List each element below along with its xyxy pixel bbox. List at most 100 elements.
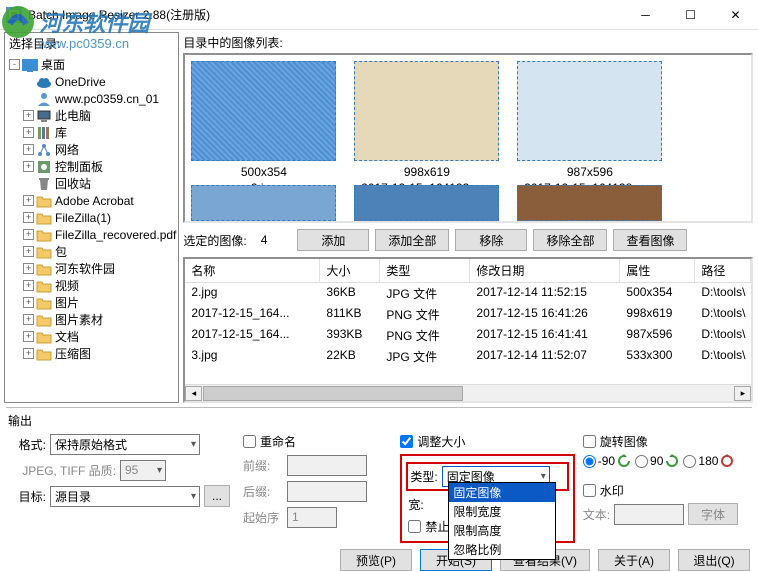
expand-icon[interactable]: +	[23, 127, 34, 138]
minimize-button[interactable]: ─	[623, 0, 668, 29]
tree-node[interactable]: +包	[7, 243, 176, 260]
tree-node[interactable]: +压缩图	[7, 345, 176, 362]
maximize-button[interactable]: ☐	[668, 0, 713, 29]
font-button: 字体	[688, 503, 738, 525]
horizontal-scrollbar[interactable]: ◂ ▸	[185, 384, 751, 401]
tree-node[interactable]: +库	[7, 124, 176, 141]
prefix-input	[287, 455, 367, 476]
header-date[interactable]: 修改日期	[470, 259, 620, 282]
header-path[interactable]: 路径	[695, 259, 751, 282]
add-all-button[interactable]: 添加全部	[375, 229, 449, 251]
exit-button[interactable]: 退出(Q)	[678, 549, 750, 571]
expand-icon[interactable]: -	[9, 59, 20, 70]
expand-icon[interactable]: +	[23, 314, 34, 325]
tree-label: Adobe Acrobat	[55, 194, 134, 208]
preview-button[interactable]: 预览(P)	[340, 549, 412, 571]
tree-node[interactable]: +FileZilla(1)	[7, 209, 176, 226]
tree-node[interactable]: +FileZilla_recovered.pdf	[7, 226, 176, 243]
header-size[interactable]: 大小	[320, 259, 380, 282]
net-icon	[36, 142, 52, 158]
rotate-180[interactable]: 180	[683, 454, 734, 468]
dropdown-option[interactable]: 限制高度	[449, 521, 555, 540]
rotate-ccw-icon	[617, 454, 631, 468]
dropdown-option[interactable]: 忽略比例	[449, 540, 555, 559]
add-button[interactable]: 添加	[297, 229, 369, 251]
tree-node[interactable]: +图片素材	[7, 311, 176, 328]
tree-node[interactable]: + 控制面板	[7, 158, 176, 175]
tree-label: 控制面板	[55, 158, 103, 175]
file-list[interactable]: 名称 大小 类型 修改日期 属性 路径 2.jpg36KBJPG 文件2017-…	[183, 257, 753, 403]
expand-icon[interactable]: +	[23, 229, 34, 240]
thumbnail-list[interactable]: 500x3542.jpg998x6192017-12-15_164123.png…	[183, 53, 753, 223]
scroll-right-icon[interactable]: ▸	[734, 386, 751, 401]
wm-text-label: 文本:	[583, 506, 610, 523]
folder-icon	[36, 312, 52, 328]
header-type[interactable]: 类型	[380, 259, 470, 282]
folder-icon	[36, 227, 52, 243]
tree-label: www.pc0359.cn_01	[55, 92, 159, 106]
rotate-checkbox[interactable]: 旋转图像	[583, 433, 752, 450]
table-row[interactable]: 3.jpg22KBJPG 文件2017-12-14 11:52:07533x30…	[185, 346, 751, 367]
expand-icon[interactable]: +	[23, 110, 34, 121]
tree-node[interactable]: +图片	[7, 294, 176, 311]
folder-tree[interactable]: -桌面OneDrivewww.pc0359.cn_01+此电脑+库+网络+控制面…	[5, 54, 178, 402]
folder-icon	[36, 295, 52, 311]
rotate-neg90[interactable]: -90	[583, 454, 631, 468]
expand-icon[interactable]: +	[23, 297, 34, 308]
format-select[interactable]: 保持原始格式	[50, 434, 200, 455]
rotate-180-icon	[720, 454, 734, 468]
dest-select[interactable]: 源目录	[50, 486, 200, 507]
type-dropdown-list[interactable]: 固定图像限制宽度限制高度忽略比例	[448, 482, 556, 560]
tree-label: 包	[55, 243, 67, 260]
expand-icon[interactable]: +	[23, 195, 34, 206]
header-attr[interactable]: 属性	[620, 259, 695, 282]
table-row[interactable]: 2.jpg36KBJPG 文件2017-12-14 11:52:15500x35…	[185, 283, 751, 304]
expand-icon[interactable]: +	[23, 161, 34, 172]
suffix-input	[287, 481, 367, 502]
rename-checkbox[interactable]: 重命名	[243, 433, 392, 450]
tree-node[interactable]: +文档	[7, 328, 176, 345]
expand-icon[interactable]: +	[23, 348, 34, 359]
tree-node[interactable]: + 网络	[7, 141, 176, 158]
folder-icon	[36, 244, 52, 260]
header-name[interactable]: 名称	[185, 259, 320, 282]
suffix-label: 后缀:	[243, 483, 283, 500]
remove-all-button[interactable]: 移除全部	[533, 229, 607, 251]
remove-button[interactable]: 移除	[455, 229, 527, 251]
table-row[interactable]: 2017-12-15_164...393KBPNG 文件2017-12-15 1…	[185, 325, 751, 346]
view-image-button[interactable]: 查看图像	[613, 229, 687, 251]
expand-icon[interactable]: +	[23, 263, 34, 274]
thumb-dimensions: 500x354	[241, 165, 287, 179]
resize-checkbox[interactable]: 调整大小	[400, 433, 574, 450]
expand-icon[interactable]: +	[23, 331, 34, 342]
tree-label: 网络	[55, 141, 79, 158]
tree-node[interactable]: 回收站	[7, 175, 176, 192]
tree-label: 库	[55, 124, 67, 141]
expand-icon[interactable]: +	[23, 280, 34, 291]
tree-node[interactable]: +此电脑	[7, 107, 176, 124]
expand-icon[interactable]: +	[23, 144, 34, 155]
scroll-thumb[interactable]	[203, 386, 463, 401]
dropdown-option[interactable]: 固定图像	[449, 483, 555, 502]
expand-icon[interactable]: +	[23, 212, 34, 223]
about-button[interactable]: 关于(A)	[598, 549, 670, 571]
tree-node[interactable]: +河东软件园	[7, 260, 176, 277]
scroll-left-icon[interactable]: ◂	[185, 386, 202, 401]
close-button[interactable]: ✕	[713, 0, 758, 29]
rotate-90[interactable]: 90	[635, 454, 679, 468]
user-icon	[36, 91, 52, 107]
tree-node[interactable]: -桌面	[7, 56, 176, 73]
table-row[interactable]: 2017-12-15_164...811KBPNG 文件2017-12-15 1…	[185, 304, 751, 325]
window-title: Batch Image Resizer 2.88(注册版)	[28, 6, 623, 23]
tree-node[interactable]: OneDrive	[7, 73, 176, 90]
watermark-checkbox[interactable]: 水印	[583, 482, 752, 499]
selected-count: 4	[261, 233, 268, 247]
expand-icon[interactable]: +	[23, 246, 34, 257]
browse-button[interactable]: ...	[204, 485, 230, 507]
lib-icon	[36, 125, 52, 141]
dropdown-option[interactable]: 限制宽度	[449, 502, 555, 521]
tree-node[interactable]: +视频	[7, 277, 176, 294]
tree-node[interactable]: www.pc0359.cn_01	[7, 90, 176, 107]
tree-node[interactable]: + Adobe Acrobat	[7, 192, 176, 209]
bin-icon	[36, 176, 52, 192]
